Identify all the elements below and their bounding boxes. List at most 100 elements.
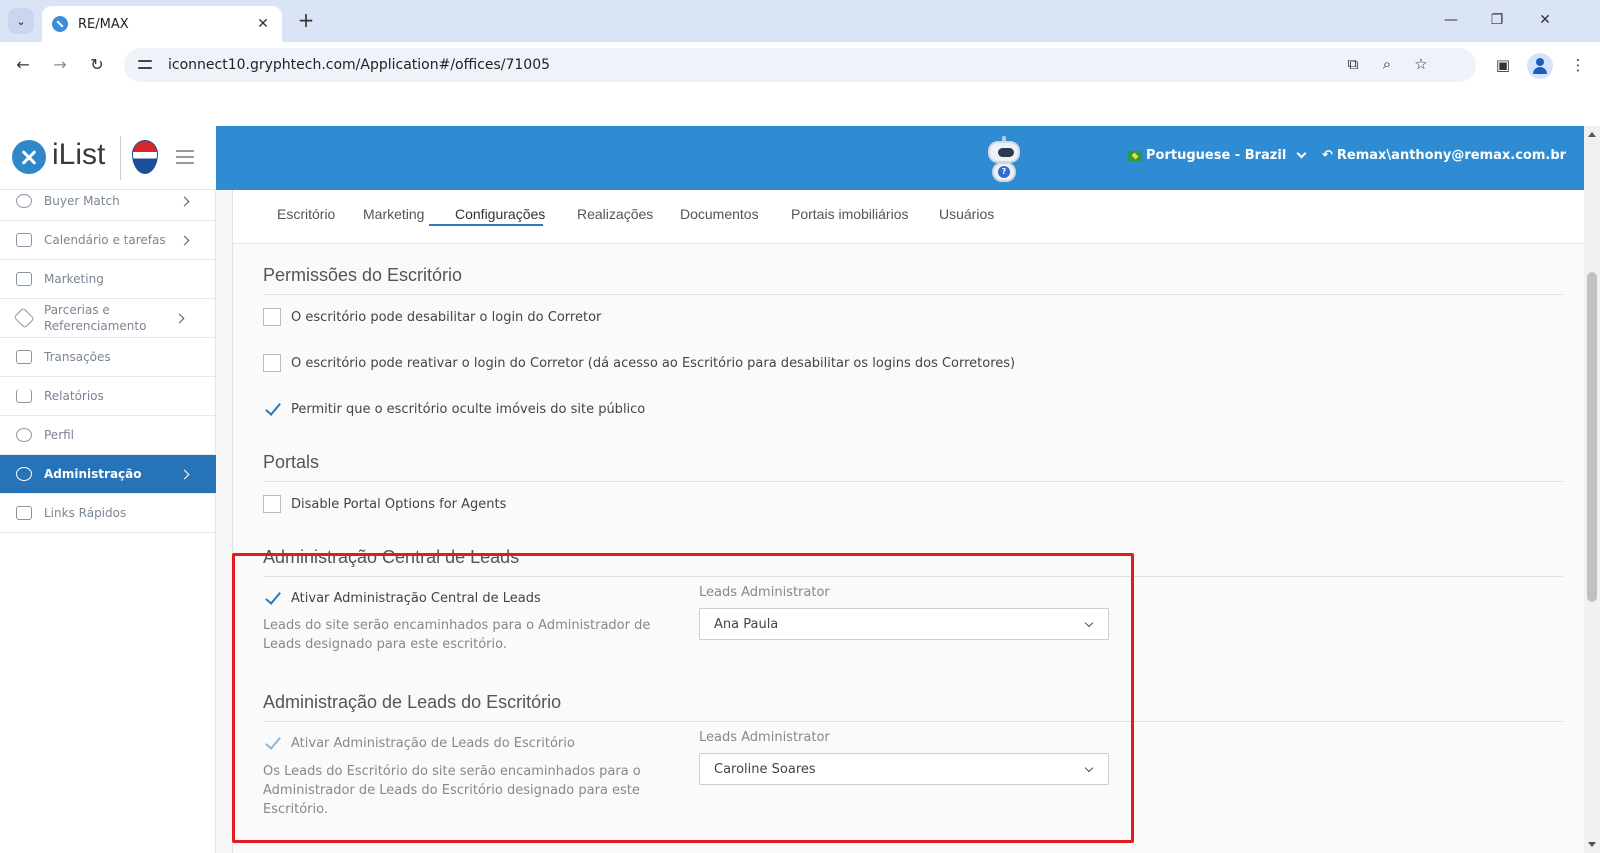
sidebar-item-reports[interactable]: Relatórios: [0, 377, 216, 416]
sidebar-item-partnerships[interactable]: Parcerias e Referenciamento: [0, 299, 216, 338]
section-divider: [263, 294, 1563, 295]
profile-avatar-icon[interactable]: [1527, 53, 1553, 79]
book-icon: [16, 272, 32, 286]
sidebar-item-buyer-match[interactable]: Buyer Match: [0, 182, 216, 221]
logo-divider: [120, 136, 121, 180]
tab-title: RE/MAX: [78, 16, 129, 32]
sidebar-item-marketing[interactable]: Marketing: [0, 260, 216, 299]
bookmark-star-icon[interactable]: ☆: [1410, 55, 1432, 75]
checkbox-label: O escritório pode reativar o login do Co…: [291, 355, 1016, 371]
tab-portais[interactable]: Portais imobiliários: [791, 206, 908, 222]
restore-button[interactable]: ❐: [1482, 8, 1512, 32]
side-panel-icon[interactable]: ▣: [1490, 52, 1516, 78]
checkbox-label: Permitir que o escritório oculte imóveis…: [291, 401, 646, 417]
checkbox[interactable]: [263, 354, 281, 372]
checkbox-label: O escritório pode desabilitar o login do…: [291, 309, 602, 325]
checkbox-label: Disable Portal Options for Agents: [291, 496, 507, 512]
chevron-right-icon: [179, 235, 190, 245]
gear-icon: [16, 467, 32, 481]
sidebar-item-label: Relatórios: [44, 389, 104, 403]
remax-balloon-logo: [132, 140, 158, 174]
ilist-logo-icon: [12, 140, 46, 174]
forward-button[interactable]: →: [47, 52, 73, 78]
hamburger-menu-icon[interactable]: [176, 150, 194, 164]
sidebar-item-transactions[interactable]: Transações: [0, 338, 216, 377]
tab-usuarios[interactable]: Usuários: [939, 206, 994, 222]
user-icon: [16, 428, 32, 442]
sidebar-item-label: Links Rápidos: [44, 506, 127, 520]
browser-tab-bar: ⌄ RE/MAX ✕ + — ❐ ✕: [0, 0, 1600, 42]
permissions-title: Permissões do Escritório: [263, 265, 463, 285]
tab-documentos[interactable]: Documentos: [680, 206, 759, 222]
brazil-flag-icon: [1128, 150, 1142, 161]
office-tabs: Escritório Marketing Configurações Reali…: [233, 190, 1587, 244]
chevron-right-icon: [179, 469, 190, 479]
ilist-logo-text: iList: [52, 138, 106, 171]
checkbox[interactable]: [263, 308, 281, 326]
tab-realizacoes[interactable]: Realizações: [577, 206, 653, 222]
zoom-icon[interactable]: ⌕: [1376, 55, 1398, 75]
language-label: Portuguese - Brazil: [1146, 148, 1287, 163]
handshake-icon: [13, 307, 35, 329]
active-tab-indicator: [429, 224, 543, 226]
sidebar-item-label: Parcerias e Referenciamento: [44, 303, 147, 333]
site-info-icon[interactable]: [138, 58, 156, 72]
minimize-button[interactable]: —: [1436, 8, 1466, 32]
chevron-down-icon: [1296, 148, 1307, 159]
help-bot-icon[interactable]: ?: [984, 136, 1024, 182]
chevron-right-icon: [179, 196, 190, 206]
remax-favicon-icon: [52, 16, 68, 32]
highlight-annotation-box: [232, 553, 1134, 843]
portal-option-disable-agents[interactable]: Disable Portal Options for Agents: [263, 495, 506, 513]
scroll-up-arrow-icon[interactable]: [1588, 132, 1596, 137]
url-field[interactable]: iconnect10.gryphtech.com/Application#/of…: [124, 48, 1476, 82]
user-account-link[interactable]: ↶ Remax\anthony@remax.com.br: [1322, 148, 1566, 163]
close-tab-icon[interactable]: ✕: [254, 16, 272, 32]
permission-option-disable-login[interactable]: O escritório pode desabilitar o login do…: [263, 308, 601, 326]
app-header: ? Portuguese - Brazil ↶ Remax\anthony@rem…: [216, 126, 1584, 190]
back-button[interactable]: ←: [10, 52, 36, 78]
sidebar-item-label: Transações: [44, 350, 111, 364]
logo-area: iList: [0, 126, 216, 190]
sidebar-item-quick-links[interactable]: Links Rápidos: [0, 494, 216, 533]
translate-icon[interactable]: ⧉: [1342, 55, 1364, 75]
sidebar-item-label: Calendário e tarefas: [44, 233, 166, 247]
language-selector[interactable]: Portuguese - Brazil: [1128, 148, 1307, 163]
reply-arrow-icon: ↶: [1322, 148, 1333, 163]
sidebar-item-calendar[interactable]: Calendário e tarefas: [0, 221, 216, 260]
checkbox[interactable]: [263, 495, 281, 513]
scroll-thumb[interactable]: [1587, 272, 1597, 602]
portals-title: Portals: [263, 452, 320, 472]
permission-option-hide-listings[interactable]: Permitir que o escritório oculte imóveis…: [263, 400, 645, 418]
chrome-menu-icon[interactable]: ⋮: [1565, 52, 1591, 78]
url-text: iconnect10.gryphtech.com/Application#/of…: [168, 57, 551, 73]
reload-button[interactable]: ↻: [84, 52, 110, 78]
tab-escritorio[interactable]: Escritório: [277, 206, 335, 222]
tab-marketing[interactable]: Marketing: [363, 206, 424, 222]
new-tab-button[interactable]: +: [294, 9, 318, 33]
section-divider: [263, 481, 1563, 482]
sidebar-item-label: Marketing: [44, 272, 104, 286]
permission-option-reactivate-login[interactable]: O escritório pode reativar o login do Co…: [263, 354, 1015, 372]
tab-list-button[interactable]: ⌄: [8, 8, 34, 34]
bar-chart-icon: [16, 389, 32, 403]
user-search-icon: [16, 194, 32, 208]
sidebar-item-label: Buyer Match: [44, 194, 120, 208]
user-label: Remax\anthony@remax.com.br: [1336, 148, 1567, 163]
briefcase-icon: [16, 350, 32, 364]
close-window-button[interactable]: ✕: [1530, 8, 1560, 32]
chevron-right-icon: [174, 313, 185, 323]
sidebar: Buyer Match Calendário e tarefas Marketi…: [0, 190, 216, 853]
grid-icon: [16, 506, 32, 520]
sidebar-item-administration[interactable]: Administração: [0, 455, 216, 494]
sidebar-item-profile[interactable]: Perfil: [0, 416, 216, 455]
scroll-down-arrow-icon[interactable]: [1588, 842, 1596, 847]
checkmark-icon[interactable]: [263, 400, 281, 418]
tab-configuracoes[interactable]: Configurações: [455, 206, 545, 222]
page-scrollbar[interactable]: [1584, 126, 1600, 853]
sidebar-item-label: Administração: [44, 467, 142, 481]
address-bar: ← → ↻ iconnect10.gryphtech.com/Applicati…: [0, 42, 1600, 88]
sidebar-item-label: Perfil: [44, 428, 75, 442]
calendar-icon: [16, 233, 32, 247]
browser-tab[interactable]: RE/MAX ✕: [42, 6, 282, 42]
